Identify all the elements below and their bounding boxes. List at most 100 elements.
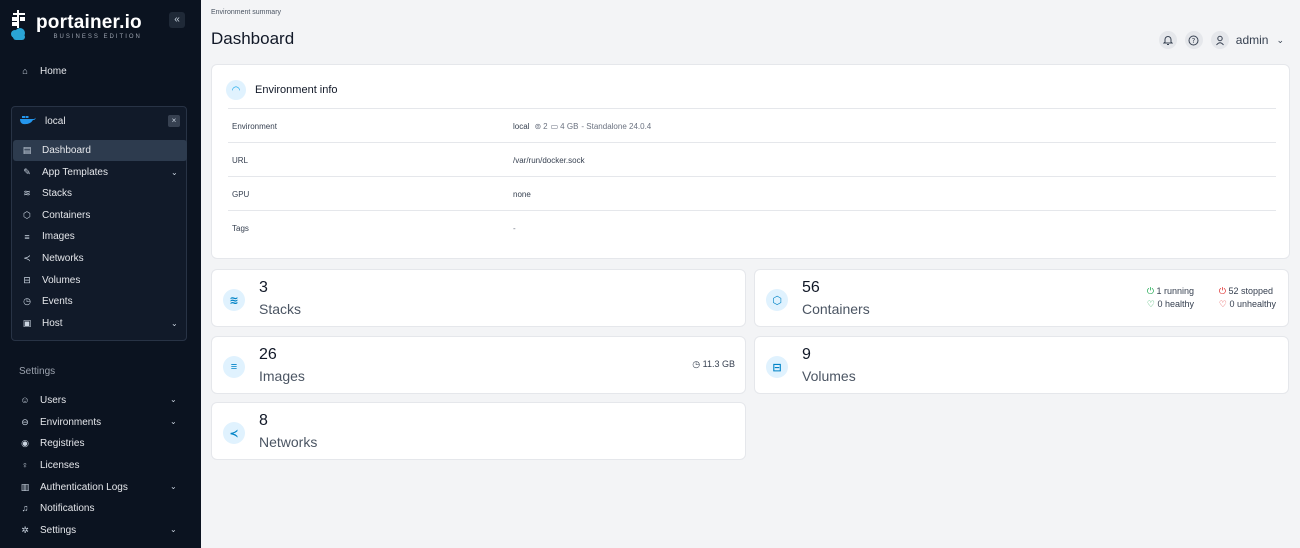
portainer-logo-icon (10, 9, 28, 43)
users-icon: ☺ (20, 395, 30, 405)
info-key: URL (232, 156, 249, 165)
sidebar-item-label: Authentication Logs (40, 481, 128, 493)
chevron-down-icon: ⌄ (171, 319, 178, 328)
networks-count: 8 (259, 412, 268, 429)
volumes-card[interactable]: ⊟ 9 Volumes (754, 336, 1289, 394)
docker-icon (20, 113, 36, 128)
sidebar-item-environments[interactable]: ⊖ Environments (19, 415, 101, 429)
sidebar-item-label: Registries (40, 437, 85, 449)
environment-type: - Standalone 24.0.4 (581, 122, 652, 131)
radio-icon: ◉ (21, 437, 29, 448)
bell-icon: ♫ (21, 503, 29, 513)
server-icon: ▣ (22, 318, 32, 328)
database-icon: ⊟ (766, 356, 788, 378)
sidebar-item-label: Settings (40, 524, 77, 536)
networks-card[interactable]: ≺ 8 Networks (211, 402, 746, 460)
sidebar-item-licenses[interactable]: ♀ Licenses (19, 458, 80, 472)
sidebar-item-events[interactable]: ◷ Events (13, 291, 187, 312)
sidebar-item-images[interactable]: ≡ Images (13, 226, 187, 247)
info-key: Tags (232, 224, 249, 233)
sidebar-item-authentication-logs[interactable]: ▥ Authentication Logs (19, 480, 128, 494)
sidebar-item-app-templates[interactable]: ✎ App Templates ⌄ (13, 162, 187, 183)
volumes-count: 9 (802, 346, 811, 363)
containers-label: Containers (802, 301, 870, 317)
portainer-logo[interactable]: portainer.io BUSINESS EDITION (10, 9, 142, 43)
environment-info-title: Environment info (255, 84, 338, 96)
key-icon: ♀ (21, 460, 29, 470)
memory-icon: ▭ (550, 122, 559, 131)
help-icon[interactable]: ? (1184, 31, 1203, 49)
pie-chart-icon: ◷ (692, 359, 701, 369)
hdd-icon: ⊖ (21, 416, 29, 427)
cube-icon: ⬡ (766, 289, 788, 311)
sidebar-item-label: Notifications (40, 502, 95, 514)
info-value: /var/run/docker.sock (513, 156, 585, 165)
sidebar-item-volumes[interactable]: ⊟ Volumes (13, 270, 187, 291)
info-row-tags: Tags - (228, 210, 1276, 244)
chevron-down-icon: ⌄ (170, 482, 177, 491)
images-card[interactable]: ≡ 26 Images ◷ 11.3 GB (211, 336, 746, 394)
sidebar-item-label: Networks (42, 253, 84, 264)
sidebar-item-stacks[interactable]: ≋ Stacks (13, 183, 187, 204)
info-row-gpu: GPU none (228, 176, 1276, 210)
sidebar-item-users[interactable]: ☺ Users (19, 393, 66, 407)
list-icon: ≡ (223, 356, 245, 378)
collapse-sidebar-button[interactable]: « (169, 12, 185, 28)
share-icon: ≺ (223, 422, 245, 444)
environment-panel: local × ▤ Dashboard ✎ App Templates ⌄ ≋ … (11, 106, 187, 341)
images-size-value: 11.3 GB (702, 359, 735, 369)
info-key: Environment (232, 122, 277, 131)
sidebar-item-dashboard[interactable]: ▤ Dashboard (13, 140, 187, 161)
unhealthy-count: 0 unhealthy (1229, 299, 1276, 309)
healthy-count: 0 healthy (1157, 299, 1194, 309)
stopped-count: 52 stopped (1228, 286, 1274, 296)
images-count: 26 (259, 346, 277, 363)
images-size: ◷ 11.3 GB (692, 359, 735, 370)
sidebar-item-label: Environments (40, 416, 102, 428)
sidebar-item-label: Volumes (42, 275, 81, 286)
stacks-count: 3 (259, 279, 268, 296)
containers-count: 56 (802, 279, 820, 296)
edit-icon: ✎ (23, 167, 31, 177)
bell-icon[interactable] (1158, 31, 1177, 49)
header-actions: ? admin ⌄ (1151, 31, 1284, 49)
brand-name: portainer.io (36, 12, 142, 33)
sidebar-item-notifications[interactable]: ♫ Notifications (19, 501, 95, 515)
chevron-down-icon: ⌄ (171, 168, 178, 177)
user-icon[interactable] (1210, 31, 1229, 49)
stacks-card[interactable]: ≋ 3 Stacks (211, 269, 746, 327)
sidebar-item-label: Stacks (42, 188, 73, 199)
sidebar-item-containers[interactable]: ⬡ Containers (13, 205, 187, 226)
environment-header[interactable]: local (20, 113, 66, 128)
list-icon: ≡ (24, 231, 30, 242)
environment-info-card: ◠ Environment info Environment local ⊚ 2… (211, 64, 1290, 259)
chevron-down-icon: ⌄ (170, 525, 177, 534)
networks-label: Networks (259, 434, 318, 450)
images-label: Images (259, 368, 305, 384)
sidebar-item-settings[interactable]: ✲ Settings (19, 523, 76, 537)
sidebar: portainer.io BUSINESS EDITION « ⌂ Home l… (0, 0, 201, 548)
chevron-down-icon: ⌄ (170, 395, 177, 404)
sidebar-item-label: Licenses (40, 459, 80, 471)
container-status-summary: ⏻ 1 running ⏻ 52 stopped ♡ 0 healthy ♡ 0… (1147, 285, 1276, 311)
volumes-label: Volumes (802, 368, 856, 384)
sidebar-item-label: Events (42, 296, 73, 307)
gauge-icon: ◠ (226, 80, 246, 100)
sidebar-item-registries[interactable]: ◉ Registries (19, 436, 84, 450)
power-icon: ⏻ (1146, 286, 1154, 296)
user-menu[interactable]: admin (1236, 33, 1269, 47)
sidebar-item-label: Images (42, 231, 75, 242)
info-key: GPU (232, 190, 250, 199)
chevron-down-icon[interactable]: ⌄ (1276, 35, 1284, 46)
share-icon: ≺ (23, 253, 31, 263)
containers-card[interactable]: ⬡ 56 Containers ⏻ 1 running ⏻ 52 stopped… (754, 269, 1289, 327)
info-value: local ⊚ 2 ▭ 4 GB - Standalone 24.0.4 (513, 122, 651, 131)
sidebar-item-networks[interactable]: ≺ Networks (13, 248, 187, 269)
sidebar-item-host[interactable]: ▣ Host ⌄ (13, 313, 187, 334)
page-title: Dashboard (211, 29, 295, 48)
history-icon: ◷ (23, 296, 31, 306)
sidebar-item-home[interactable]: ⌂ Home (19, 64, 66, 78)
home-icon: ⌂ (22, 66, 28, 76)
heart-icon: ♡ (1218, 299, 1227, 309)
close-environment-button[interactable]: × (168, 115, 180, 127)
